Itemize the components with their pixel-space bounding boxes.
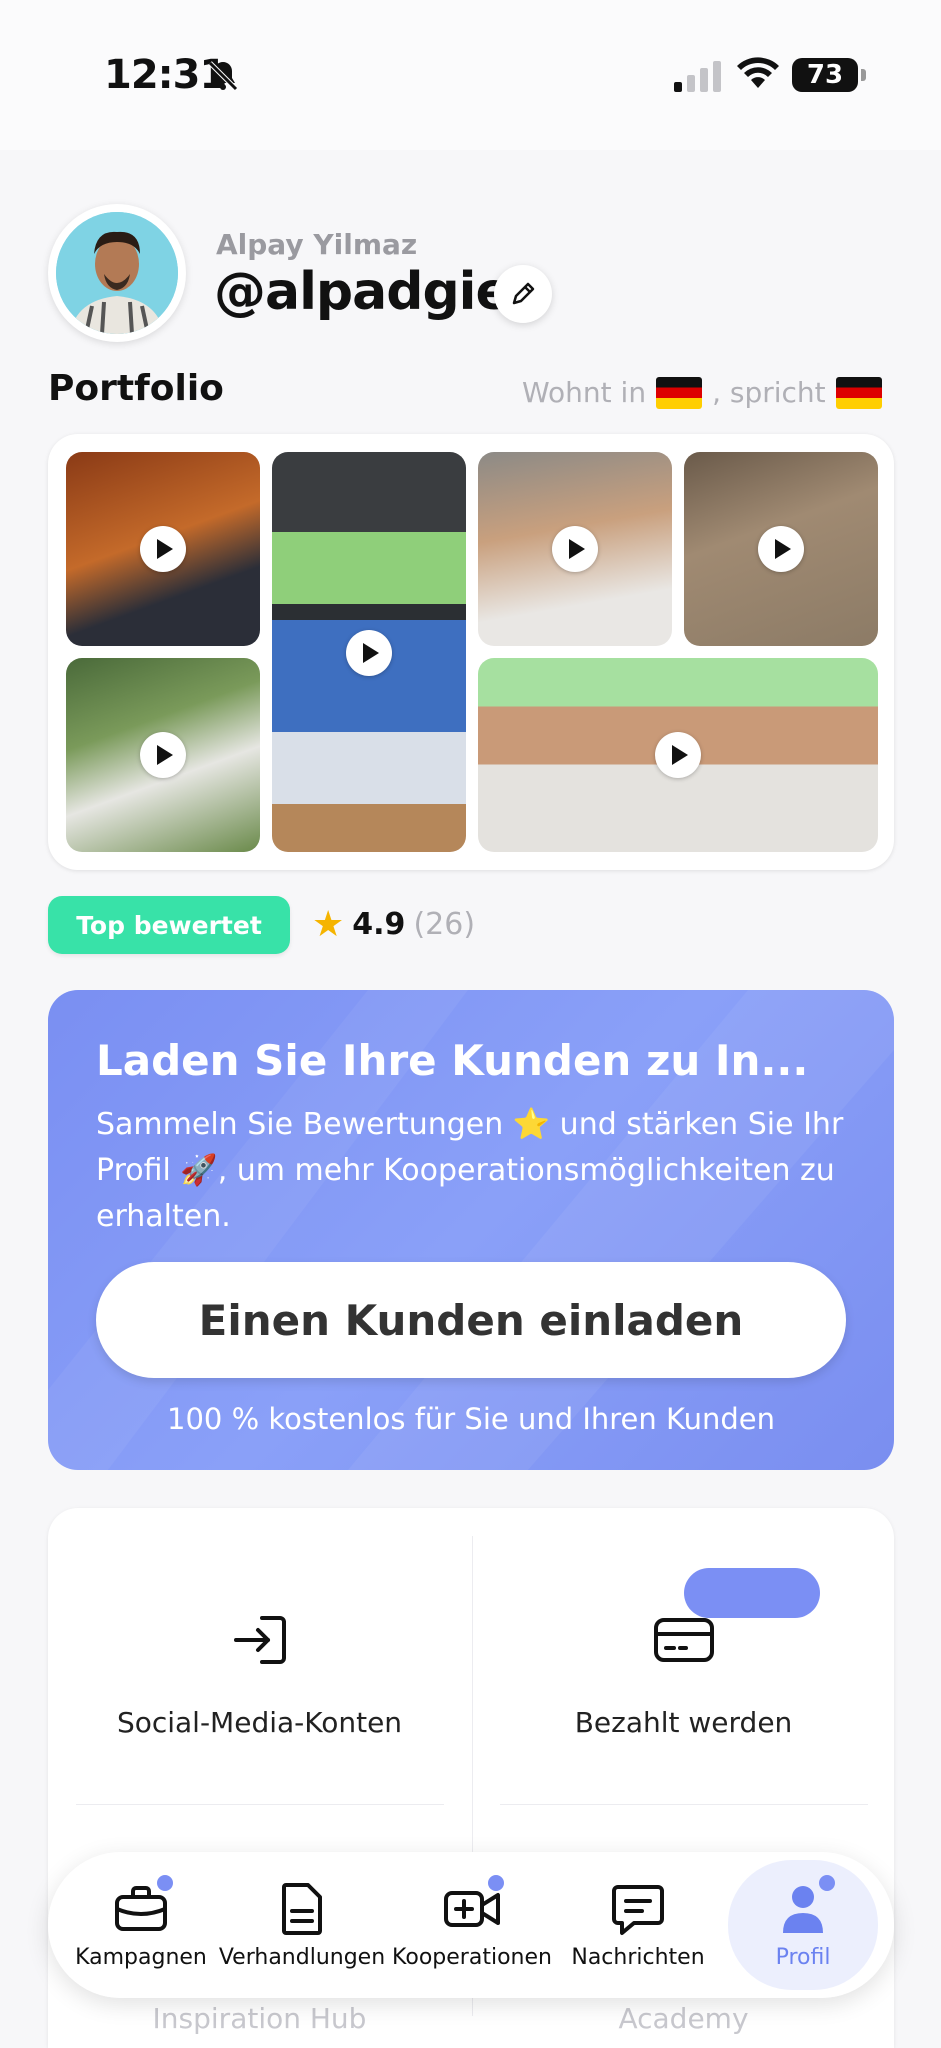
portfolio-heading: Portfolio	[48, 368, 224, 409]
notification-dot	[819, 1874, 835, 1891]
divider	[76, 1804, 444, 1805]
battery-indicator: 73	[792, 58, 866, 92]
invite-clients-banner: Laden Sie Ihre Kunden zu In... Sammeln S…	[48, 990, 894, 1470]
cellular-signal-icon	[674, 61, 721, 92]
social-media-accounts-item[interactable]: Social-Media-Konten	[48, 1508, 471, 1804]
play-icon	[655, 732, 701, 778]
get-paid-item[interactable]: Bezahlt werden	[472, 1508, 894, 1804]
germany-flag-icon	[656, 376, 703, 409]
portfolio-video-2[interactable]	[272, 452, 466, 852]
invite-description: Sammeln Sie Bewertungen ⭐ und stärken Si…	[96, 1107, 844, 1234]
edit-profile-button[interactable]	[494, 265, 552, 323]
speaks-label: , spricht	[712, 376, 826, 409]
full-name: Alpay Yilmaz	[216, 228, 418, 261]
portfolio-video-1[interactable]	[66, 452, 260, 646]
top-rated-badge: Top bewertet	[48, 896, 290, 954]
status-bar: 12:31 73	[0, 0, 941, 150]
portfolio-grid	[48, 434, 894, 870]
invite-client-button[interactable]: Einen Kunden einladen	[96, 1262, 846, 1378]
tab-profile-label: Profil	[775, 1944, 831, 1970]
tab-campaigns[interactable]: Kampagnen	[64, 1852, 218, 1998]
tab-negotiations[interactable]: Verhandlungen	[218, 1852, 386, 1998]
play-icon	[552, 526, 598, 572]
portfolio-video-6[interactable]	[478, 658, 878, 852]
portfolio-video-5[interactable]	[66, 658, 260, 852]
bottom-tab-bar: Kampagnen Verhandlungen Kooperationen Na…	[48, 1852, 894, 1998]
rating-count: (26)	[413, 907, 476, 942]
bell-muted-icon	[208, 61, 238, 91]
tab-messages[interactable]: Nachrichten	[558, 1852, 718, 1998]
location-language-info: Wohnt in , spricht	[522, 376, 882, 409]
rating-score: 4.9	[352, 907, 406, 942]
invite-title: Laden Sie Ihre Kunden zu In...	[96, 1036, 809, 1085]
portfolio-video-3[interactable]	[478, 452, 672, 646]
social-media-accounts-label: Social-Media-Konten	[116, 1706, 403, 1739]
credit-card-icon	[654, 1618, 714, 1662]
notification-dot	[488, 1874, 504, 1891]
star-icon: ★	[312, 904, 345, 945]
notification-dot	[157, 1874, 173, 1891]
tab-profile[interactable]: Profil	[728, 1860, 878, 1990]
invite-footnote: 100 % kostenlos für Sie und Ihren Kunden	[167, 1402, 775, 1436]
play-icon	[140, 526, 186, 572]
tab-cooperations-label: Kooperationen	[392, 1944, 552, 1970]
get-paid-label: Bezahlt werden	[574, 1706, 793, 1739]
portfolio-video-4[interactable]	[684, 452, 878, 646]
avatar[interactable]	[48, 204, 186, 342]
lives-in-label: Wohnt in	[522, 376, 647, 409]
tab-campaigns-label: Kampagnen	[75, 1944, 207, 1970]
play-icon	[346, 630, 392, 676]
academy-label[interactable]: Academy	[472, 2002, 894, 2035]
divider	[500, 1804, 868, 1805]
germany-flag-icon	[835, 376, 882, 409]
tab-cooperations[interactable]: Kooperationen	[386, 1852, 558, 1998]
play-icon	[758, 526, 804, 572]
play-icon	[140, 732, 186, 778]
pencil-icon	[512, 282, 535, 305]
inspiration-hub-label[interactable]: Inspiration Hub	[48, 2002, 471, 2035]
username-handle: @alpadgie	[214, 262, 511, 322]
rating-summary: ★ 4.9 (26)	[312, 904, 475, 945]
login-arrow-icon	[234, 1616, 286, 1664]
chat-bubble-icon	[612, 1884, 664, 1935]
document-icon	[282, 1882, 322, 1935]
tab-negotiations-label: Verhandlungen	[218, 1944, 386, 1970]
wifi-icon	[737, 57, 779, 88]
tab-messages-label: Nachrichten	[571, 1944, 705, 1970]
